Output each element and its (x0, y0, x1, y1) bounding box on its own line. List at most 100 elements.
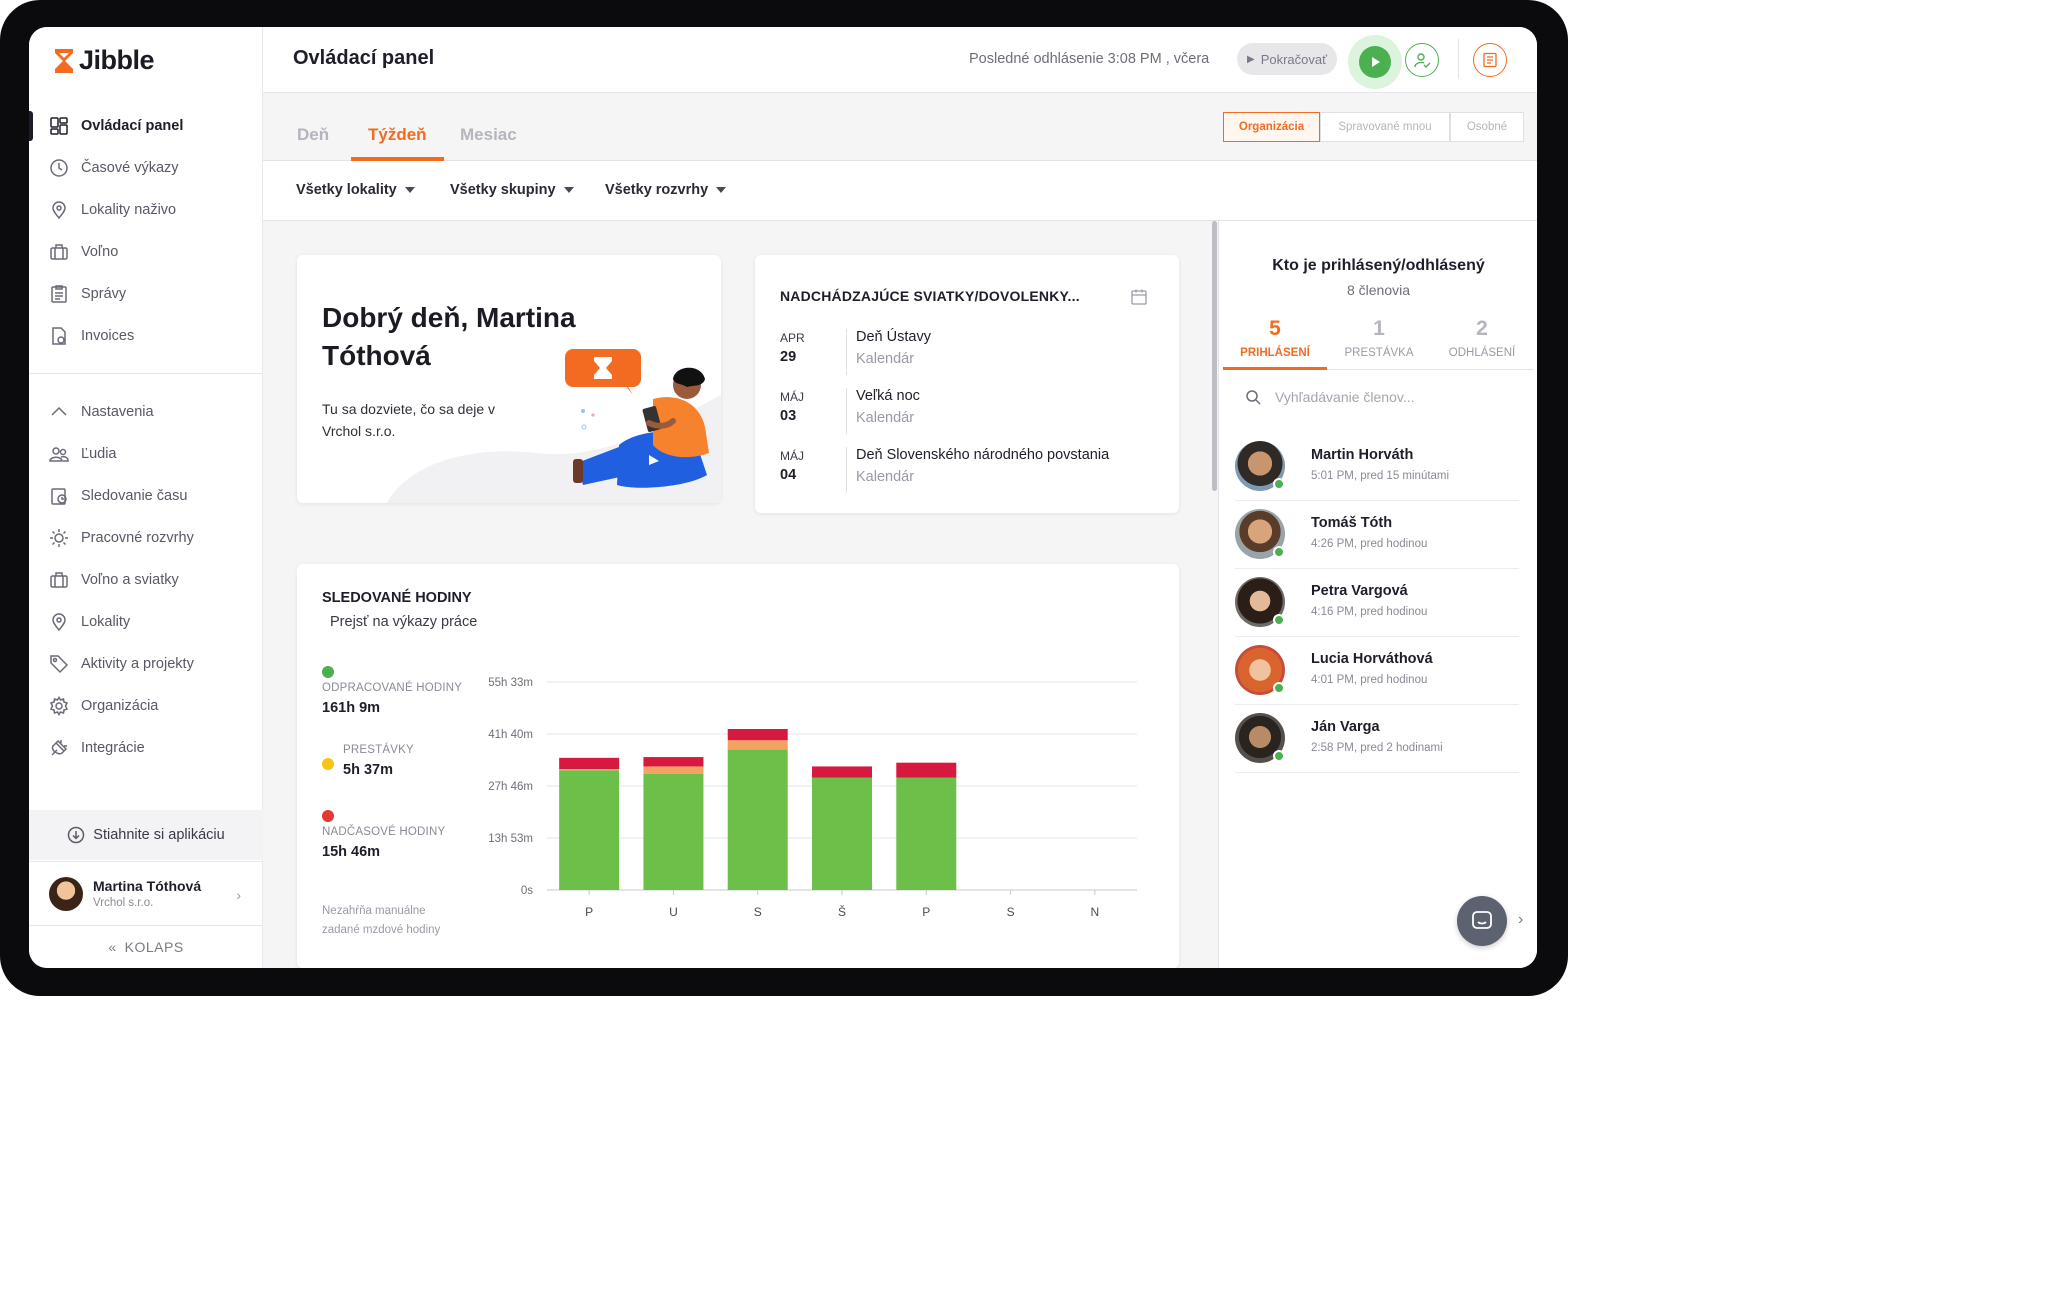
nav-label: Nastavenia (81, 404, 154, 420)
main-nav: Ovládací panel Časové výkazy Lokality na… (29, 105, 263, 357)
holiday-item[interactable]: MÁJ 04 Deň Slovenského národného povstan… (780, 445, 1140, 495)
breaks-dot (322, 758, 334, 770)
member-row[interactable]: Ján Varga 2:58 PM, pred 2 hodinami (1235, 705, 1519, 773)
nav-item-time-tracking[interactable]: Sledovanie času (29, 475, 263, 517)
nav-item-time-off[interactable]: Voľno (29, 231, 263, 273)
tracked-hours-title: SLEDOVANÉ HODINY (322, 590, 472, 606)
scope-managed-by-me[interactable]: Spravované mnou (1320, 112, 1450, 142)
tab-clocked-out[interactable]: 2 ODHLÁSENÍ (1430, 317, 1534, 359)
download-app-button[interactable]: Stiahnite si aplikáciu (29, 810, 263, 860)
stat-label: PRESTÁVKY (343, 744, 414, 756)
holiday-divider (846, 447, 847, 493)
bar-overtime (559, 757, 620, 770)
sidebar-divider (29, 373, 263, 374)
holidays-title: NADCHÁDZAJÚCE SVIATKY/DOVOLENKY... (780, 288, 1080, 304)
tab-day[interactable]: Deň (297, 125, 329, 145)
holiday-month: APR (780, 331, 805, 345)
on-break-count: 1 (1373, 317, 1385, 340)
member-time: 4:01 PM, pred hodinou (1311, 674, 1428, 686)
nav-item-settings-toggle[interactable]: Nastavenia (29, 391, 263, 433)
bar-overtime (643, 757, 704, 767)
holiday-day: 29 (780, 349, 797, 365)
main-scrollbar[interactable] (1212, 221, 1217, 491)
clocked-out-count: 2 (1476, 317, 1488, 340)
scope-organization[interactable]: Organizácia (1223, 112, 1320, 142)
tab-week[interactable]: Týždeň (368, 125, 427, 145)
on-break-label: PRESTÁVKA (1344, 347, 1414, 359)
filter-locations[interactable]: Všetky lokality (296, 182, 415, 198)
tab-clocked-in[interactable]: 5 PRIHLÁSENÍ (1223, 317, 1327, 359)
invoice-icon (49, 326, 69, 346)
nav-label: Časové výkazy (81, 160, 179, 176)
member-name: Ján Varga (1311, 719, 1380, 735)
search-icon (1246, 390, 1261, 405)
holiday-item[interactable]: MÁJ 03 Veľká noc Kalendár (780, 386, 1140, 436)
holiday-calendar: Kalendár (856, 351, 915, 367)
bar-breaks (643, 766, 704, 774)
nav-item-activities-projects[interactable]: Aktivity a projekty (29, 643, 263, 685)
member-row[interactable]: Martin Horváth 5:01 PM, pred 15 minútami (1235, 433, 1519, 501)
collapse-sidebar-button[interactable]: « KOLAPS (29, 925, 263, 968)
nav-item-timesheets[interactable]: Časové výkazy (29, 147, 263, 189)
continue-button[interactable]: ▶ Pokračovať (1237, 43, 1337, 75)
nav-label: Voľno (81, 244, 119, 260)
timesheet-book-button[interactable] (1473, 43, 1507, 77)
download-icon (68, 826, 85, 844)
scope-personal[interactable]: Osobné (1450, 112, 1524, 142)
clock-in-button[interactable] (1348, 35, 1402, 89)
member-search[interactable]: Vyhľadávanie členov... (1245, 389, 1415, 405)
member-name: Lucia Horváthová (1311, 651, 1433, 667)
nav-item-people[interactable]: Ľudia (29, 433, 263, 475)
stat-value: 5h 37m (343, 762, 393, 778)
go-to-timesheets-link[interactable]: Prejsť na výkazy práce (330, 614, 477, 630)
tab-month[interactable]: Mesiac (460, 125, 517, 145)
nav-item-invoices[interactable]: Invoices (29, 315, 263, 357)
tab-on-break[interactable]: 1 PRESTÁVKA (1327, 317, 1431, 359)
tracked-hours-card: SLEDOVANÉ HODINY Prejsť na výkazy práce … (297, 564, 1179, 968)
bar-worked (812, 777, 872, 890)
member-name: Tomáš Tóth (1311, 515, 1393, 531)
x-tick-label: S (1007, 905, 1015, 919)
holiday-day: 04 (780, 467, 797, 483)
bar-breaks (727, 740, 788, 750)
chat-support-button[interactable] (1457, 896, 1507, 946)
holiday-item[interactable]: APR 29 Deň Ústavy Kalendár (780, 327, 1140, 377)
member-name: Petra Vargová (1311, 583, 1408, 599)
nav-item-locations[interactable]: Lokality (29, 601, 263, 643)
nav-item-reports[interactable]: Správy (29, 273, 263, 315)
download-label: Stiahnite si aplikáciu (93, 827, 225, 843)
nav-item-dashboard[interactable]: Ovládací panel (29, 105, 263, 147)
nav-label: Voľno a sviatky (81, 572, 179, 588)
nav-item-work-schedules[interactable]: Pracovné rozvrhy (29, 517, 263, 559)
bar-overtime (896, 762, 957, 778)
calendar-icon[interactable] (1130, 288, 1148, 306)
filter-groups[interactable]: Všetky skupiny (450, 182, 574, 198)
nav-item-live-locations[interactable]: Lokality naživo (29, 189, 263, 231)
chat-icon (1472, 911, 1492, 929)
current-user[interactable]: Martina Tóthová Vrchol s.r.o. › (29, 861, 263, 925)
nav-item-organization[interactable]: Organizácia (29, 685, 263, 727)
stat-breaks: PRESTÁVKY 5h 37m (322, 744, 414, 778)
nav-label: Ovládací panel (81, 118, 184, 134)
caret-down-icon (563, 187, 574, 193)
nav-item-integrations[interactable]: Integrácie (29, 727, 263, 769)
suitcase-icon (49, 242, 69, 262)
filter-schedules[interactable]: Všetky rozvrhy (605, 182, 727, 198)
member-row[interactable]: Tomáš Tóth 4:26 PM, pred hodinou (1235, 501, 1519, 569)
member-row[interactable]: Petra Vargová 4:16 PM, pred hodinou (1235, 569, 1519, 637)
holiday-divider (846, 388, 847, 434)
member-row[interactable]: Lucia Horváthová 4:01 PM, pred hodinou (1235, 637, 1519, 705)
nav-label: Organizácia (81, 698, 159, 714)
stat-label: NADČASOVÉ HODINY (322, 826, 446, 838)
clock-in-member-button[interactable] (1405, 43, 1439, 77)
bar-worked (643, 773, 704, 890)
period-tabs: Deň Týždeň Mesiac Organizácia Spravované… (263, 93, 1537, 161)
nav-label: Ľudia (81, 446, 117, 462)
gear-icon (49, 696, 69, 716)
chevron-right-icon[interactable]: › (1518, 911, 1523, 929)
nav-item-time-off-holidays[interactable]: Voľno a sviatky (29, 559, 263, 601)
holiday-month: MÁJ (780, 449, 804, 463)
app-logo[interactable]: Jibble (53, 45, 155, 76)
whos-in-out-title: Kto je prihlásený/odhlásený (1272, 257, 1485, 274)
user-name: Martina Tóthová (93, 878, 202, 894)
